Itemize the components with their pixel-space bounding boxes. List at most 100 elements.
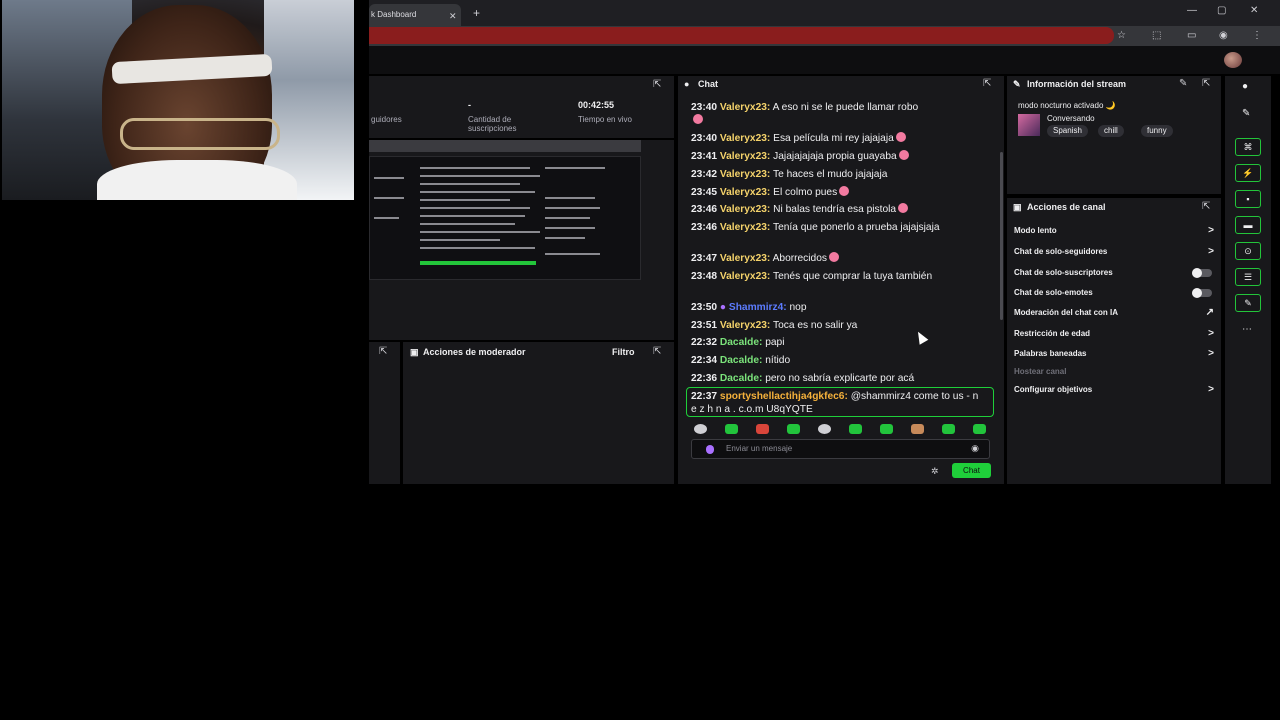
live-time-value: 00:42:55 bbox=[578, 100, 615, 110]
chat-message[interactable]: 23:46 Valeryx23: Tenía que ponerlo a pru… bbox=[691, 221, 981, 234]
followers-only-row[interactable]: Chat de solo-seguidores > bbox=[1014, 246, 1214, 263]
profile-icon[interactable]: ◉ bbox=[1219, 30, 1228, 41]
chat-message[interactable]: 22:32 Dacalde: papi bbox=[691, 336, 981, 349]
chat-message[interactable]: 23:50 ● Shammirz4: nop bbox=[691, 301, 981, 314]
banned-words-row[interactable]: Palabras baneadas > bbox=[1014, 348, 1214, 365]
quick-actions-bar: ● ✎ ⌘ ⚡ ▪ ▬ ⊙ ☰ ✎ ⋯ bbox=[1225, 76, 1271, 484]
goals-row[interactable]: Configurar objetivos > bbox=[1014, 384, 1214, 401]
moderator-actions-panel: ▣ Acciones de moderador Filtro ⇱ bbox=[403, 342, 674, 484]
popout-icon[interactable]: ⇱ bbox=[379, 346, 387, 357]
pencil-icon[interactable]: ✎ bbox=[1242, 108, 1250, 119]
tag-chip[interactable]: funny bbox=[1141, 125, 1173, 137]
sidebar-icon[interactable]: ▭ bbox=[1187, 30, 1196, 41]
chat-message[interactable]: 23:40 Valeryx23: Esa película mi rey jaj… bbox=[691, 132, 981, 145]
emote-icon[interactable] bbox=[694, 424, 707, 434]
menu-icon[interactable]: ⋮ bbox=[1252, 30, 1262, 41]
emote-icon[interactable] bbox=[973, 424, 986, 434]
star-icon[interactable]: ☆ bbox=[1117, 30, 1126, 41]
edit-icon[interactable]: ✎ bbox=[1179, 78, 1187, 89]
browser-toolbar: ☆ ⬚ ▭ ◉ ⋮ bbox=[369, 26, 1280, 46]
quick-action-layout[interactable]: ☰ bbox=[1235, 268, 1261, 286]
emote-icon[interactable] bbox=[849, 424, 862, 434]
chat-message[interactable]: 23:48 Valeryx23: Tenés que comprar la tu… bbox=[691, 270, 981, 283]
chat-scrollbar[interactable] bbox=[1000, 152, 1003, 320]
subscribers-only-toggle[interactable] bbox=[1192, 268, 1212, 278]
subscribers-only-row[interactable]: Chat de solo-suscriptores bbox=[1014, 268, 1214, 284]
eye-icon[interactable]: ◉ bbox=[971, 443, 979, 454]
popout-icon[interactable]: ⇱ bbox=[1202, 78, 1210, 89]
emote-icon[interactable] bbox=[911, 424, 924, 434]
emotes-only-toggle[interactable] bbox=[1192, 288, 1212, 298]
chat-message[interactable]: 23:42 Valeryx23: Te haces el mudo jajaja… bbox=[691, 168, 981, 181]
info-icon[interactable]: ● bbox=[1242, 81, 1248, 92]
chat-message[interactable]: 23:41 Valeryx23: Jajajajajaja propia gua… bbox=[691, 150, 981, 163]
emote-icon[interactable] bbox=[942, 424, 955, 434]
emote-icon[interactable] bbox=[756, 424, 769, 434]
extensions-icon[interactable]: ⬚ bbox=[1152, 30, 1161, 41]
age-restriction-row[interactable]: Restricción de edad > bbox=[1014, 328, 1214, 345]
chat-input[interactable]: Enviar un mensaje ◉ bbox=[691, 439, 990, 459]
chat-message[interactable]: 22:36 Dacalde: pero no sabría explicarte… bbox=[691, 372, 981, 385]
send-chat-button[interactable]: Chat bbox=[952, 463, 991, 478]
mic-badge-icon: ● bbox=[719, 302, 727, 313]
tab-close-icon[interactable]: ✕ bbox=[449, 11, 457, 22]
popout-icon[interactable]: ⇱ bbox=[1202, 201, 1210, 212]
chat-message[interactable]: 23:51 Valeryx23: Toca es no salir ya bbox=[691, 319, 981, 332]
channel-actions-panel: ▣ Acciones de canal ⇱ Modo lento > Chat d… bbox=[1007, 198, 1221, 484]
mic-icon[interactable] bbox=[706, 445, 714, 454]
chat-message[interactable]: 23:40 Valeryx23: A eso ni se le puede ll… bbox=[691, 101, 981, 127]
close-window-icon[interactable]: ✕ bbox=[1250, 5, 1258, 16]
gear-icon[interactable]: ✲ bbox=[931, 466, 939, 477]
popout-icon[interactable]: ⇱ bbox=[983, 78, 991, 89]
chat-message[interactable]: 23:46 Valeryx23: Ni balas tendría esa pi… bbox=[691, 203, 981, 216]
emoji-icon bbox=[828, 252, 839, 262]
chevron-right-icon: > bbox=[1208, 328, 1214, 339]
emote-icon[interactable] bbox=[880, 424, 893, 434]
moderator-icon: ▣ bbox=[410, 347, 419, 357]
quick-action-tools[interactable]: ✎ bbox=[1235, 294, 1261, 312]
emote-icon[interactable] bbox=[725, 424, 738, 434]
emoji-icon bbox=[693, 114, 703, 124]
quick-action-clip[interactable]: ⌘ bbox=[1235, 138, 1261, 156]
emote-icon[interactable] bbox=[818, 424, 831, 434]
filter-button[interactable]: Filtro bbox=[612, 347, 635, 357]
minimize-icon[interactable]: — bbox=[1187, 5, 1197, 16]
tag-chip[interactable]: Spanish bbox=[1047, 125, 1088, 137]
live-time-label: Tiempo en vivo bbox=[578, 115, 632, 124]
chat-title: Chat bbox=[698, 79, 718, 89]
wrench-icon: ✎ bbox=[1013, 79, 1021, 89]
chevron-right-icon: > bbox=[1208, 384, 1214, 395]
stream-preview-screen bbox=[369, 156, 641, 280]
chevron-right-icon: > bbox=[1208, 348, 1214, 359]
chat-message[interactable]: 23:47 Valeryx23: Aborrecidos bbox=[691, 252, 981, 265]
browser-tab[interactable]: k Dashboard ✕ bbox=[369, 4, 461, 26]
new-tab-icon[interactable]: + bbox=[473, 6, 480, 20]
emoji-icon bbox=[839, 186, 850, 196]
stream-preview-panel bbox=[369, 140, 674, 340]
slow-mode-row[interactable]: Modo lento > bbox=[1014, 225, 1214, 242]
chat-icon: ● bbox=[684, 79, 690, 89]
popout-icon[interactable]: ⇱ bbox=[653, 346, 661, 357]
maximize-icon[interactable]: ▢ bbox=[1217, 5, 1226, 16]
user-avatar[interactable] bbox=[1224, 52, 1242, 68]
quick-action-chat[interactable]: ▬ bbox=[1235, 216, 1261, 234]
stream-info-panel: ✎ Información del stream ✎ ⇱ modo noctur… bbox=[1007, 76, 1221, 194]
moderator-actions-title: Acciones de moderador bbox=[423, 347, 526, 357]
quick-action-raid[interactable]: ⚡ bbox=[1235, 164, 1261, 182]
emotes-only-row[interactable]: Chat de solo-emotes bbox=[1014, 288, 1214, 304]
tag-chip[interactable]: chill bbox=[1098, 125, 1124, 137]
quick-action-broadcast[interactable]: ⊙ bbox=[1235, 242, 1261, 260]
address-bar[interactable] bbox=[369, 27, 1114, 44]
stream-info-title: Información del stream bbox=[1027, 79, 1127, 89]
ai-moderation-row[interactable]: Moderación del chat con IA ↗ bbox=[1014, 307, 1214, 324]
dashboard-top-bar bbox=[369, 46, 1280, 74]
screen: k Dashboard ✕ + — ▢ ✕ ☆ ⬚ ▭ ◉ ⋮ ⇱ guidor… bbox=[0, 0, 1280, 720]
subs-label-line2: suscripciones bbox=[468, 124, 517, 133]
browser-tab-bar: k Dashboard ✕ + — ▢ ✕ bbox=[369, 0, 1280, 26]
quick-action-marker[interactable]: ▪ bbox=[1235, 190, 1261, 208]
chat-message[interactable]: 23:45 Valeryx23: El colmo pues bbox=[691, 186, 981, 199]
popout-icon[interactable]: ⇱ bbox=[653, 79, 661, 90]
share-icon[interactable]: ⋯ bbox=[1242, 324, 1252, 335]
chat-message[interactable]: 22:34 Dacalde: nítido bbox=[691, 354, 981, 367]
emote-icon[interactable] bbox=[787, 424, 800, 434]
